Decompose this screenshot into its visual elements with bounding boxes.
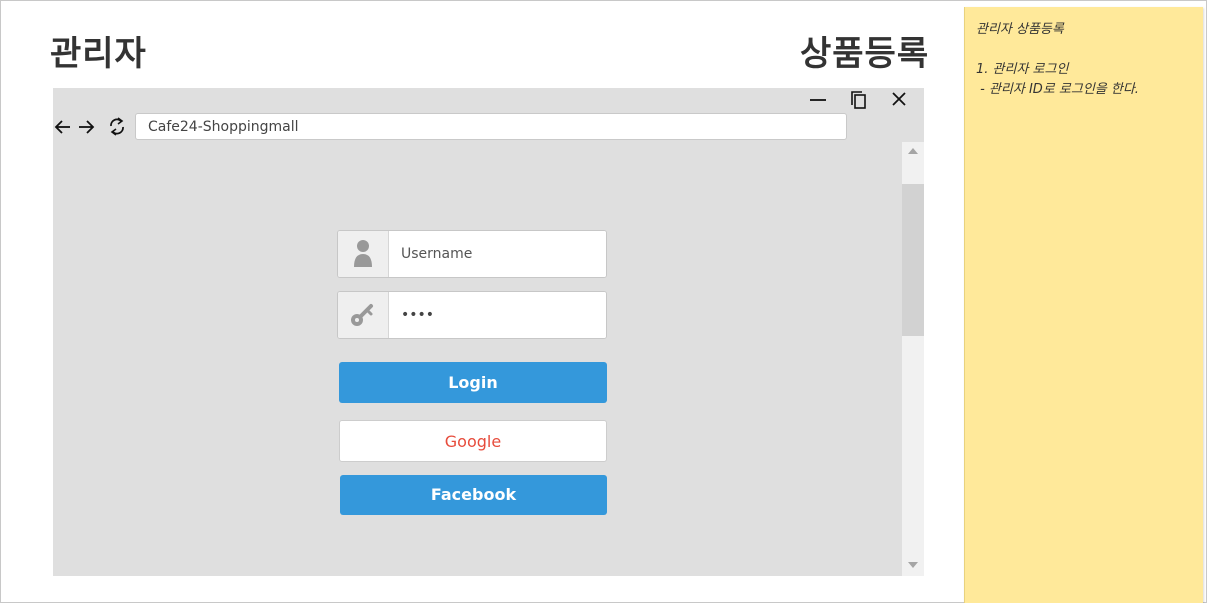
- close-icon: [892, 92, 906, 106]
- sticky-note: 관리자 상품등록 1. 관리자 로그인 - 관리자 ID로 로그인을 한다.: [964, 7, 1203, 603]
- scroll-up-button[interactable]: [902, 143, 924, 161]
- key-icon: [351, 304, 373, 326]
- key-icon-box: [338, 292, 389, 338]
- close-button[interactable]: [884, 88, 914, 112]
- username-input[interactable]: [389, 231, 606, 277]
- scrollbar-thumb[interactable]: [902, 184, 924, 336]
- note-step-1-detail: - 관리자 ID로 로그인을 한다.: [976, 82, 1139, 97]
- google-login-button[interactable]: Google: [339, 420, 607, 462]
- scroll-down-button[interactable]: [902, 557, 924, 575]
- password-field[interactable]: [337, 291, 607, 339]
- password-input[interactable]: [389, 292, 606, 338]
- restore-icon: [851, 91, 866, 109]
- note-step-1: 1. 관리자 로그인: [976, 62, 1069, 77]
- page-title-right: 상품등록: [800, 34, 930, 74]
- back-button[interactable]: [53, 115, 73, 137]
- user-icon: [354, 240, 372, 267]
- facebook-login-button[interactable]: Facebook: [340, 475, 607, 515]
- minimize-icon: [810, 99, 826, 101]
- page-title-left: 관리자: [50, 34, 147, 74]
- forward-button[interactable]: [76, 115, 96, 137]
- username-field[interactable]: [337, 230, 607, 278]
- refresh-button[interactable]: [106, 115, 128, 137]
- note-title: 관리자 상품등록: [976, 22, 1064, 37]
- login-button[interactable]: Login: [339, 362, 607, 403]
- address-bar[interactable]: [135, 113, 847, 140]
- scroll-up-icon: [908, 148, 918, 154]
- back-arrow-icon: [54, 120, 70, 134]
- restore-button[interactable]: [845, 88, 875, 112]
- user-icon-box: [338, 231, 389, 277]
- scroll-down-icon: [908, 562, 918, 568]
- forward-arrow-icon: [79, 120, 95, 134]
- refresh-icon: [110, 117, 124, 136]
- minimize-button[interactable]: [803, 88, 833, 112]
